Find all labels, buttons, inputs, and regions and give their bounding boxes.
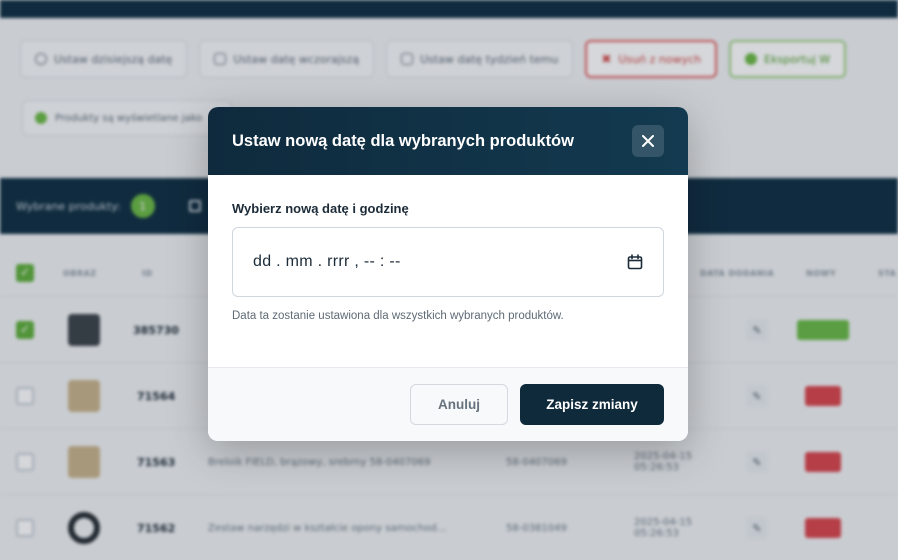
save-changes-button[interactable]: Zapisz zmiany xyxy=(520,384,664,425)
calendar-icon[interactable] xyxy=(627,254,643,270)
close-button[interactable] xyxy=(632,125,664,157)
close-icon xyxy=(642,135,654,147)
modal-body: Wybierz nową datę i godzinę dd . mm . rr… xyxy=(208,175,688,367)
datetime-input[interactable]: dd . mm . rrrr , -- : -- xyxy=(232,227,664,297)
modal-title: Ustaw nową datę dla wybranych produktów xyxy=(232,131,574,150)
datetime-input-value[interactable]: dd . mm . rrrr , -- : -- xyxy=(253,253,401,271)
cancel-button[interactable]: Anuluj xyxy=(410,384,508,425)
set-date-modal: Ustaw nową datę dla wybranych produktów … xyxy=(208,107,688,441)
datetime-field-label: Wybierz nową datę i godzinę xyxy=(232,201,409,216)
modal-footer: Anuluj Zapisz zmiany xyxy=(208,367,688,441)
datetime-help-text: Data ta zostanie ustawiona dla wszystkic… xyxy=(232,310,564,322)
modal-header: Ustaw nową datę dla wybranych produktów xyxy=(208,107,688,175)
